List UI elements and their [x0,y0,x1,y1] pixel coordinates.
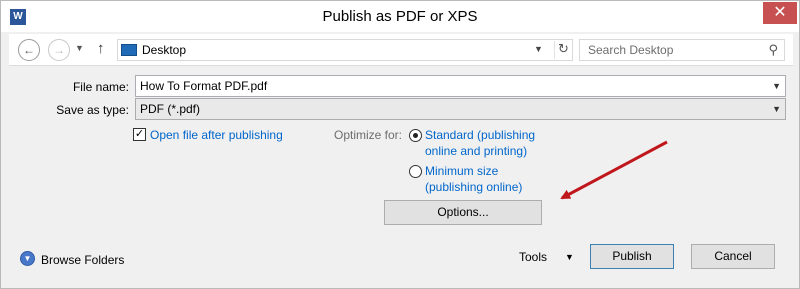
recent-locations-chevron-icon[interactable]: ▼ [75,43,84,53]
file-name-label: File name: [72,80,129,94]
open-after-publishing-label[interactable]: Open file after publishing [150,127,283,143]
title-bar: W Publish as PDF or XPS ✕ [1,1,799,32]
save-type-label: Save as type: [56,103,129,117]
navigation-bar: ← → ▼ ↑ Desktop ▼ ↻ Search Desktop ⚲ [9,34,793,66]
file-name-field[interactable]: How To Format PDF.pdf ▼ [135,75,786,97]
back-arrow-icon[interactable]: ← [18,39,40,61]
open-after-publishing-checkbox[interactable]: ✓ [133,128,146,141]
address-bar[interactable]: Desktop ▼ ↻ [117,39,573,61]
save-type-chevron-icon[interactable]: ▼ [772,104,781,114]
forward-arrow-icon[interactable]: → [48,39,70,61]
search-icon[interactable]: ⚲ [768,42,778,58]
minimum-size-line1: Minimum size [425,164,499,178]
standard-option-line1: Standard (publishing [425,128,536,142]
save-type-value: PDF (*.pdf) [140,102,201,116]
search-placeholder: Search Desktop [588,43,674,57]
minimum-size-radio[interactable] [409,165,422,178]
file-name-dropdown-chevron-icon[interactable]: ▼ [772,81,781,91]
address-path: Desktop [142,43,187,57]
dialog-title: Publish as PDF or XPS [322,8,478,25]
cancel-button[interactable]: Cancel [691,244,775,269]
tools-dropdown-icon[interactable]: ▼ [565,252,574,262]
options-button[interactable]: Options... [384,200,542,225]
save-type-select[interactable]: PDF (*.pdf) ▼ [135,98,786,120]
publish-dialog: W Publish as PDF or XPS ✕ ← → ▼ ↑ Deskto… [0,0,800,289]
radio-selected-dot [413,133,418,138]
refresh-icon[interactable]: ↻ [554,41,572,59]
minimum-size-option-label[interactable]: Minimum size (publishing online) [425,163,522,195]
optimize-for-label: Optimize for: [334,128,403,142]
file-name-value: How To Format PDF.pdf [140,79,268,93]
desktop-folder-icon [121,44,137,56]
up-arrow-icon[interactable]: ↑ [97,40,105,57]
search-input[interactable]: Search Desktop ⚲ [579,39,785,61]
address-dropdown-chevron-icon[interactable]: ▼ [534,44,543,54]
tools-menu[interactable]: Tools [519,250,547,264]
standard-option-label[interactable]: Standard (publishing online and printing… [425,127,535,159]
publish-button[interactable]: Publish [590,244,674,269]
close-button[interactable]: ✕ [763,2,797,24]
standard-radio[interactable] [409,129,422,142]
standard-option-line2: online and printing) [425,144,528,158]
browse-folders-label[interactable]: Browse Folders [41,253,124,267]
browse-folders-expand-icon[interactable]: ▼ [20,251,35,266]
minimum-size-line2: (publishing online) [425,180,523,194]
